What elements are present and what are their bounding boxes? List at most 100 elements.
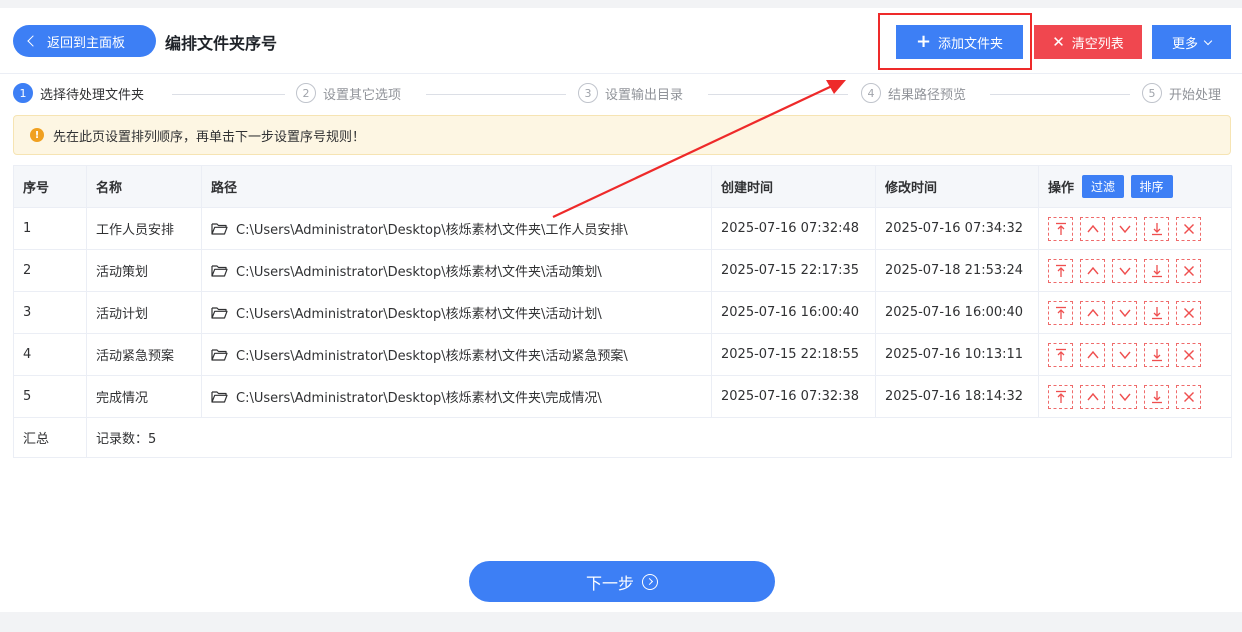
move-up-button[interactable] — [1080, 342, 1105, 367]
cell-path: C:\Users\Administrator\Desktop\核烁素材\文件夹\… — [201, 291, 712, 334]
header-name[interactable]: 名称 — [86, 165, 202, 208]
back-to-main-button[interactable]: 返回到主面板 — [13, 25, 156, 57]
header-ops-label: 操作 — [1048, 181, 1075, 196]
move-up-icon — [1085, 389, 1101, 405]
step-2-number: 2 — [296, 83, 316, 103]
cell-name: 活动策划 — [86, 249, 202, 292]
cell-index: 3 — [13, 291, 87, 334]
header-created[interactable]: 创建时间 — [711, 165, 876, 208]
move-top-button[interactable] — [1048, 342, 1073, 367]
step-1-label: 选择待处理文件夹 — [40, 87, 145, 103]
cell-path: C:\Users\Administrator\Desktop\核烁素材\文件夹\… — [201, 249, 712, 292]
header-modified[interactable]: 修改时间 — [875, 165, 1039, 208]
clear-list-label: 清空列表 — [1071, 36, 1124, 52]
cell-path: C:\Users\Administrator\Desktop\核烁素材\文件夹\… — [201, 207, 712, 250]
cell-name: 活动紧急预案 — [86, 333, 202, 376]
cell-path: C:\Users\Administrator\Desktop\核烁素材\文件夹\… — [201, 333, 712, 376]
cell-modified: 2025-07-16 18:14:32 — [875, 375, 1039, 418]
header-index[interactable]: 序号 — [13, 165, 87, 208]
step-3-label: 设置输出目录 — [605, 87, 684, 103]
summary-label: 汇总 — [13, 417, 87, 458]
table-row[interactable]: 5 完成情况 C:\Users\Administrator\Desktop\核烁素材… — [13, 375, 1232, 418]
header-ops: 操作 过滤 排序 — [1038, 165, 1232, 208]
step-1: 1 选择待处理文件夹 — [13, 83, 144, 103]
filter-button[interactable]: 过滤 — [1082, 175, 1125, 198]
step-3: 3 设置输出目录 — [578, 83, 683, 103]
notice-text: 先在此页设置排列顺序，再单击下一步设置序号规则！ — [53, 129, 366, 145]
move-up-button[interactable] — [1080, 258, 1105, 283]
move-down-button[interactable] — [1112, 258, 1137, 283]
move-bottom-icon — [1149, 221, 1165, 237]
cell-ops — [1038, 291, 1232, 334]
move-top-icon — [1053, 305, 1069, 321]
move-bottom-button[interactable] — [1144, 342, 1169, 367]
next-step-label: 下一步 — [585, 573, 634, 593]
folder-icon — [211, 306, 228, 319]
cell-index: 2 — [13, 249, 87, 292]
cell-name: 完成情况 — [86, 375, 202, 418]
folder-icon — [211, 348, 228, 361]
path-text: C:\Users\Administrator\Desktop\核烁素材\文件夹\… — [236, 391, 602, 406]
close-icon: ✕ — [1052, 32, 1065, 51]
delete-button[interactable] — [1176, 300, 1201, 325]
move-up-icon — [1085, 347, 1101, 363]
warning-icon: ! — [30, 128, 44, 142]
cell-name: 活动计划 — [86, 291, 202, 334]
folder-table: 序号 名称 路径 创建时间 修改时间 操作 过滤 排序 1 工作人员安排 C:\Us… — [13, 165, 1232, 458]
cell-created: 2025-07-16 16:00:40 — [711, 291, 876, 334]
cell-ops — [1038, 207, 1232, 250]
clear-list-button[interactable]: ✕ 清空列表 — [1034, 25, 1142, 59]
delete-button[interactable] — [1176, 216, 1201, 241]
table-row[interactable]: 2 活动策划 C:\Users\Administrator\Desktop\核烁素材… — [13, 249, 1232, 292]
move-down-icon — [1117, 305, 1133, 321]
move-bottom-button[interactable] — [1144, 300, 1169, 325]
table-row[interactable]: 4 活动紧急预案 C:\Users\Administrator\Desktop\核烁… — [13, 333, 1232, 376]
move-up-icon — [1085, 221, 1101, 237]
cell-modified: 2025-07-18 21:53:24 — [875, 249, 1039, 292]
move-up-button[interactable] — [1080, 384, 1105, 409]
move-top-button[interactable] — [1048, 258, 1073, 283]
header-path[interactable]: 路径 — [201, 165, 712, 208]
cell-index: 1 — [13, 207, 87, 250]
move-top-button[interactable] — [1048, 384, 1073, 409]
folder-icon — [211, 390, 228, 403]
move-top-button[interactable] — [1048, 216, 1073, 241]
delete-button[interactable] — [1176, 384, 1201, 409]
move-down-button[interactable] — [1112, 216, 1137, 241]
step-3-number: 3 — [578, 83, 598, 103]
cell-name: 工作人员安排 — [86, 207, 202, 250]
delete-button[interactable] — [1176, 258, 1201, 283]
cell-modified: 2025-07-16 16:00:40 — [875, 291, 1039, 334]
path-text: C:\Users\Administrator\Desktop\核烁素材\文件夹\… — [236, 349, 628, 364]
move-bottom-button[interactable] — [1144, 258, 1169, 283]
step-2-label: 设置其它选项 — [323, 87, 402, 103]
table-row[interactable]: 3 活动计划 C:\Users\Administrator\Desktop\核烁素材… — [13, 291, 1232, 334]
cell-index: 5 — [13, 375, 87, 418]
step-5-number: 5 — [1142, 83, 1162, 103]
step-4-number: 4 — [861, 83, 881, 103]
path-text: C:\Users\Administrator\Desktop\核烁素材\文件夹\… — [236, 265, 602, 280]
step-connector — [172, 94, 285, 95]
move-bottom-button[interactable] — [1144, 216, 1169, 241]
move-bottom-icon — [1149, 389, 1165, 405]
move-down-button[interactable] — [1112, 384, 1137, 409]
move-up-icon — [1085, 263, 1101, 279]
delete-button[interactable] — [1176, 342, 1201, 367]
next-step-button[interactable]: 下一步 — [469, 561, 775, 602]
sort-button[interactable]: 排序 — [1130, 175, 1173, 198]
move-bottom-icon — [1149, 305, 1165, 321]
move-down-button[interactable] — [1112, 300, 1137, 325]
summary-value: 记录数：5 — [86, 417, 1232, 458]
more-label: 更多 — [1171, 36, 1198, 52]
more-button[interactable]: 更多 — [1152, 25, 1231, 59]
move-bottom-button[interactable] — [1144, 384, 1169, 409]
step-connector — [990, 94, 1130, 95]
move-down-button[interactable] — [1112, 342, 1137, 367]
cell-modified: 2025-07-16 10:13:11 — [875, 333, 1039, 376]
move-down-icon — [1117, 347, 1133, 363]
move-up-button[interactable] — [1080, 216, 1105, 241]
move-up-button[interactable] — [1080, 300, 1105, 325]
table-row[interactable]: 1 工作人员安排 C:\Users\Administrator\Desktop\核烁… — [13, 207, 1232, 250]
move-top-button[interactable] — [1048, 300, 1073, 325]
chevron-down-icon — [1203, 36, 1213, 45]
